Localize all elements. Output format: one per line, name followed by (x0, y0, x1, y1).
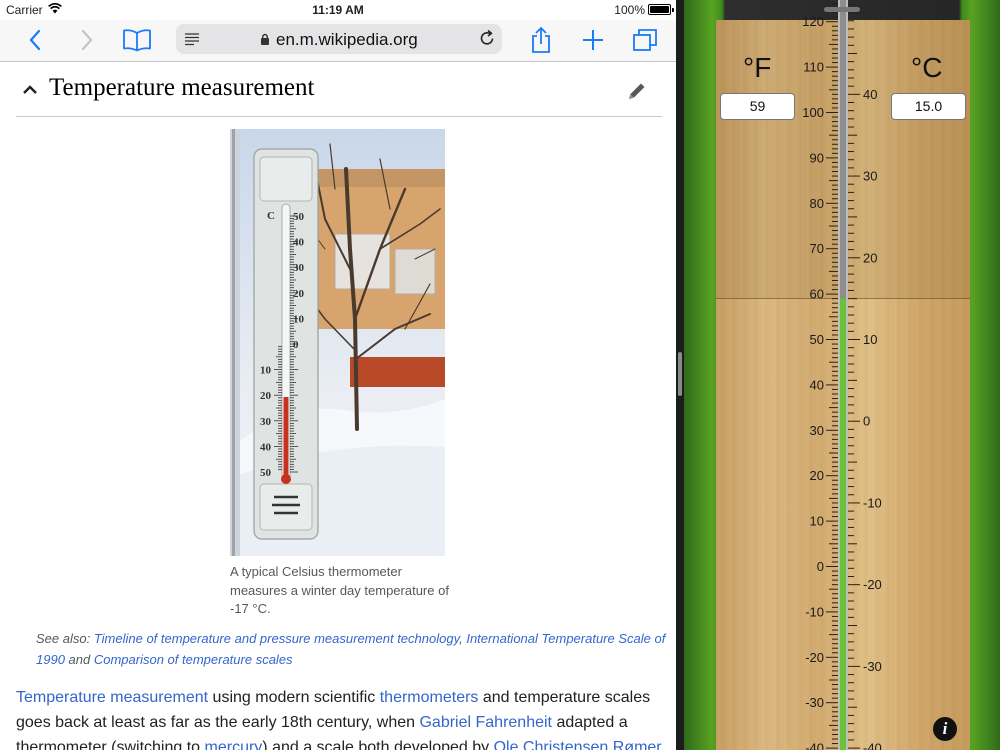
photo-scale-number: 20 (260, 390, 272, 402)
fahrenheit-label: -20 (805, 650, 824, 665)
link-fahrenheit[interactable]: Gabriel Fahrenheit (419, 714, 552, 731)
link-mercury[interactable]: mercury (205, 739, 263, 750)
celsius-label: 20 (863, 250, 877, 265)
see-also-prefix: See also: (36, 631, 94, 646)
fahrenheit-label: 80 (810, 196, 824, 211)
photo-scale-number: 10 (293, 313, 305, 325)
photo-scale-number: 40 (293, 237, 305, 249)
split-view-divider[interactable] (676, 0, 684, 750)
fahrenheit-label: 50 (810, 332, 824, 347)
celsius-label: -10 (863, 495, 882, 510)
fahrenheit-unit-label: °F (743, 52, 772, 83)
info-icon[interactable]: i (933, 717, 957, 741)
article-content: Temperature measurement C 50 40 30 20 10… (0, 63, 676, 750)
new-tab-icon[interactable] (580, 20, 606, 60)
fahrenheit-label: 40 (810, 377, 824, 392)
celsius-label: -30 (863, 659, 882, 674)
photo-scale-label: C (267, 210, 275, 222)
celsius-label: 40 (863, 87, 877, 102)
browser-toolbar: en.m.wikipedia.org (0, 20, 676, 62)
fahrenheit-label: 70 (810, 241, 824, 256)
fahrenheit-label: 20 (810, 468, 824, 483)
fahrenheit-label: -40 (805, 741, 824, 750)
clock: 11:19 AM (312, 3, 364, 17)
battery-percent: 100% (614, 3, 645, 17)
fahrenheit-label: 10 (810, 514, 824, 529)
celsius-label: 10 (863, 332, 877, 347)
fahrenheit-label: 100 (802, 105, 824, 120)
article-paragraph: Temperature measurement using modern sci… (16, 685, 666, 750)
link-comparison[interactable]: Comparison of temperature scales (94, 652, 293, 667)
reader-icon[interactable] (184, 32, 200, 51)
mercury-column (840, 298, 846, 750)
fahrenheit-label: 0 (817, 559, 824, 574)
celsius-label: -40 (863, 741, 882, 750)
fahrenheit-value-field[interactable]: 59 (720, 93, 795, 120)
back-icon[interactable] (22, 20, 48, 60)
section-title: Temperature measurement (49, 74, 315, 101)
celsius-value-field[interactable]: 15.0 (891, 93, 966, 120)
fahrenheit-label: 90 (810, 150, 824, 165)
tabs-icon[interactable] (630, 20, 660, 60)
photo-scale-number: 0 (293, 339, 299, 351)
fahrenheit-label: -10 (805, 604, 824, 619)
see-also-sep: and (64, 652, 94, 667)
figure-caption: A typical Celsius thermometer measures a… (230, 564, 449, 616)
safari-pane: Carrier 11:19 AM 100% en.m.wikipedia.org (0, 0, 676, 750)
section-header[interactable]: Temperature measurement (16, 63, 662, 117)
paragraph-text: using modern scientific (208, 689, 380, 706)
celsius-unit-label: °C (911, 52, 943, 83)
link-timeline[interactable]: Timeline of temperature and pressure mea… (94, 631, 459, 646)
fahrenheit-label: -30 (805, 695, 824, 710)
celsius-label: 0 (863, 414, 870, 429)
pencil-icon[interactable] (626, 80, 648, 107)
celsius-label: 30 (863, 169, 877, 184)
photo-scale-number: 50 (293, 211, 305, 223)
paragraph-text: ) and a scale both developed by (262, 739, 494, 750)
photo-scale-number: 50 (260, 467, 272, 479)
address-bar[interactable]: en.m.wikipedia.org (176, 24, 502, 54)
thermometer-photo[interactable]: C 50 40 30 20 10 0 10 20 30 40 50 (230, 129, 445, 556)
lock-icon (260, 32, 270, 51)
link-thermometers[interactable]: thermometers (380, 689, 479, 706)
photo-scale-number: 30 (293, 262, 305, 274)
photo-scale-number: 30 (260, 416, 272, 428)
photo-scale-number: 20 (293, 288, 305, 300)
battery-icon (648, 4, 674, 15)
fahrenheit-label: 60 (810, 287, 824, 302)
photo-scale-number: 40 (260, 441, 272, 453)
fahrenheit-label: 120 (802, 14, 824, 29)
chevron-up-icon[interactable] (22, 77, 38, 106)
link-temperature-measurement[interactable]: Temperature measurement (16, 689, 208, 706)
bookmarks-icon[interactable] (120, 20, 154, 60)
see-also-note: See also: Timeline of temperature and pr… (36, 628, 666, 670)
url-text[interactable]: en.m.wikipedia.org (276, 30, 418, 50)
celsius-label: -20 (863, 577, 882, 592)
status-bar: Carrier 11:19 AM 100% (0, 0, 676, 20)
share-icon[interactable] (528, 20, 554, 60)
link-romer[interactable]: Ole Christensen Rømer (494, 739, 662, 750)
divider-handle[interactable] (678, 352, 682, 396)
photo-scale-number: 10 (260, 365, 272, 377)
fahrenheit-label: 30 (810, 423, 824, 438)
fahrenheit-label: 110 (803, 60, 824, 75)
forward-icon[interactable] (74, 20, 100, 60)
reload-icon[interactable] (478, 29, 496, 52)
app-grabber[interactable] (824, 7, 860, 12)
